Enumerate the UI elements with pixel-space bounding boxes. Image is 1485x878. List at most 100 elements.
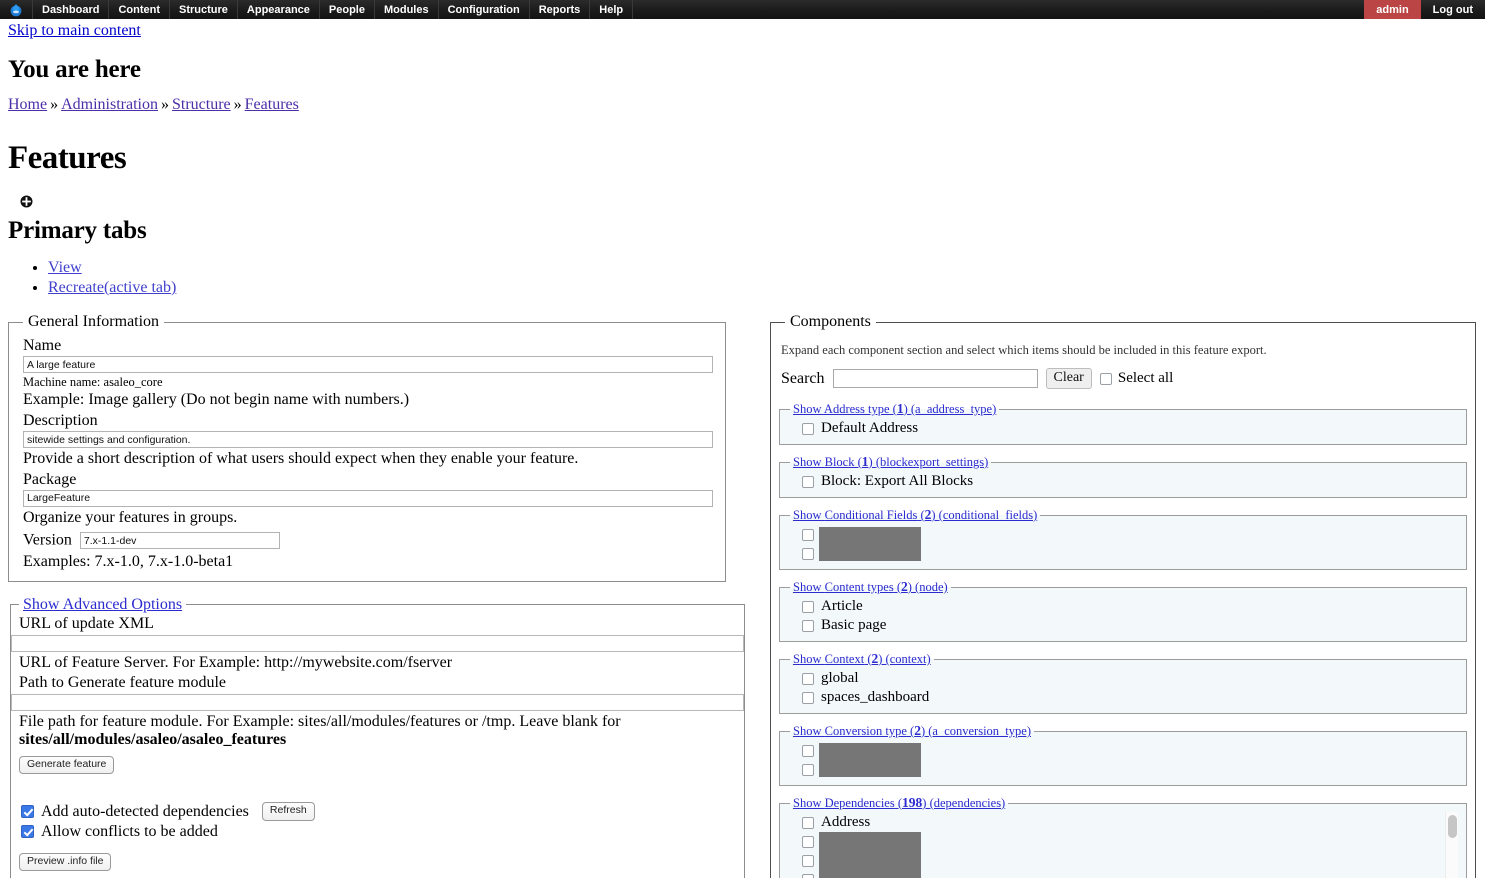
- name-input[interactable]: [23, 356, 713, 374]
- component-checkbox[interactable]: [802, 528, 814, 541]
- list-item: Basic page: [802, 617, 1460, 634]
- component-checkbox[interactable]: [802, 816, 814, 829]
- name-help-text: Example: Image gallery (Do not begin nam…: [23, 391, 410, 409]
- toolbar-item-modules[interactable]: Modules: [375, 0, 439, 19]
- list-item: global: [802, 670, 1460, 687]
- select-all-checkbox[interactable]: [1099, 372, 1112, 385]
- clear-button[interactable]: Clear: [1045, 368, 1092, 389]
- show-conversion-type-link[interactable]: Show Conversion type (2) (a_conversion_t…: [793, 723, 1031, 738]
- toolbar-item-reports[interactable]: Reports: [530, 0, 591, 19]
- advanced-options-inner: URL of update XML URL of Feature Server.…: [11, 615, 744, 878]
- primary-tabs-list: View Recreate(active tab): [8, 259, 1477, 297]
- component-legend: Show Content types (2) (node): [790, 579, 951, 595]
- path-help-text: File path for feature module. For Exampl…: [19, 713, 744, 750]
- toolbar-item-dashboard[interactable]: Dashboard: [33, 0, 110, 19]
- show-advanced-options-link[interactable]: Show Advanced Options: [23, 596, 182, 613]
- component-legend: Show Conditional Fields (2) (conditional…: [790, 507, 1040, 523]
- search-input[interactable]: [832, 369, 1038, 388]
- show-block-link[interactable]: Show Block (1) (blockexport_settings): [793, 454, 988, 469]
- show-address-type-link[interactable]: Show Address type (1) (a_address_type): [793, 401, 996, 416]
- package-help-text: Organize your features in groups.: [23, 508, 238, 526]
- drupal-droplet-logo[interactable]: [0, 0, 33, 19]
- breadcrumb-item-administration[interactable]: Administration: [61, 96, 158, 113]
- tab-view[interactable]: View: [48, 259, 82, 276]
- url-xml-input[interactable]: [11, 635, 744, 653]
- select-all-label: Select all: [1117, 370, 1174, 386]
- component-section-content-types: Show Content types (2) (node) Article Ba…: [779, 579, 1467, 642]
- description-help-text: Provide a short description of what user…: [23, 450, 579, 468]
- toolbar-item-configuration[interactable]: Configuration: [439, 0, 530, 19]
- breadcrumb-item-features[interactable]: Features: [245, 96, 299, 113]
- dependencies-scroll-area[interactable]: Address: [786, 812, 1460, 878]
- breadcrumb: Home» Administration» Structure» Features: [8, 96, 1477, 114]
- generate-feature-button[interactable]: Generate feature: [19, 755, 115, 775]
- toolbar-item-help[interactable]: Help: [590, 0, 634, 19]
- advanced-options-fieldset: Show Advanced Options URL of update XML …: [10, 595, 745, 878]
- component-checkbox[interactable]: [802, 619, 814, 632]
- component-legend: Show Conversion type (2) (a_conversion_t…: [790, 723, 1034, 739]
- component-checkbox[interactable]: [802, 835, 814, 848]
- component-checkbox[interactable]: [802, 854, 814, 867]
- component-checkbox[interactable]: [802, 547, 814, 560]
- toolbar-item-people[interactable]: People: [320, 0, 375, 19]
- scrollbar-thumb[interactable]: [1448, 815, 1457, 838]
- components-search-row: Search Clear Select all: [781, 368, 1467, 389]
- allow-conflicts-checkbox[interactable]: [21, 825, 34, 839]
- breadcrumb-item-structure[interactable]: Structure: [172, 96, 231, 113]
- component-label: spaces_dashboard: [821, 689, 930, 705]
- refresh-button[interactable]: Refresh: [261, 802, 315, 821]
- component-legend: Show Context (2) (context): [790, 651, 934, 667]
- left-column: General Information Name Machine name: a…: [8, 313, 745, 878]
- skip-to-main-content-link[interactable]: Skip to main content: [8, 22, 141, 40]
- page-title: Features: [8, 140, 127, 176]
- component-label: Article: [821, 598, 863, 614]
- component-section-conversion-type: Show Conversion type (2) (a_conversion_t…: [779, 723, 1467, 786]
- list-item: Address: [802, 814, 1460, 831]
- list-item: Default Address: [802, 420, 1460, 437]
- show-conditional-fields-link[interactable]: Show Conditional Fields (2) (conditional…: [793, 507, 1037, 522]
- dependencies-scrollbar[interactable]: [1445, 812, 1458, 878]
- plus-circle-icon[interactable]: [20, 195, 33, 208]
- show-context-link[interactable]: Show Context (2) (context): [793, 651, 931, 666]
- toolbar-item-content[interactable]: Content: [109, 0, 171, 19]
- path-input[interactable]: [11, 693, 744, 711]
- component-checkbox[interactable]: [802, 763, 814, 776]
- toolbar-item-structure[interactable]: Structure: [170, 0, 238, 19]
- component-label: Default Address: [821, 420, 919, 436]
- toolbar-user-area: admin Log out: [1364, 0, 1485, 19]
- toolbar-item-appearance[interactable]: Appearance: [238, 0, 320, 19]
- component-checkbox[interactable]: [802, 744, 814, 757]
- package-input[interactable]: [23, 489, 713, 507]
- component-checkbox[interactable]: [802, 672, 814, 685]
- logout-link[interactable]: Log out: [1421, 0, 1485, 19]
- breadcrumb-separator: »: [233, 96, 242, 113]
- tab-recreate[interactable]: Recreate(active tab): [48, 279, 176, 296]
- component-checkbox[interactable]: [802, 873, 814, 878]
- auto-dependencies-row: Add auto-detected dependencies Refresh: [21, 802, 744, 821]
- breadcrumb-separator: »: [161, 96, 169, 113]
- auto-dependencies-label: Add auto-detected dependencies: [41, 802, 249, 820]
- components-legend: Components: [790, 313, 871, 330]
- page-body: Skip to main content You are here Home» A…: [0, 19, 1485, 878]
- show-content-types-link[interactable]: Show Content types (2) (node): [793, 579, 948, 594]
- component-checkbox[interactable]: [802, 691, 814, 704]
- component-checkbox[interactable]: [802, 475, 814, 488]
- component-legend: Show Block (1) (blockexport_settings): [790, 454, 991, 470]
- components-fieldset: Components Expand each component section…: [770, 313, 1476, 878]
- version-label: Version: [23, 532, 72, 550]
- breadcrumb-item-home[interactable]: Home: [8, 96, 47, 113]
- preview-info-wrap: Preview .info file: [19, 851, 744, 872]
- description-input[interactable]: [23, 431, 713, 449]
- search-label: Search: [781, 369, 825, 387]
- user-account-link[interactable]: admin: [1364, 0, 1421, 19]
- path-label: Path to Generate feature module: [19, 673, 227, 691]
- auto-dependencies-checkbox[interactable]: [21, 805, 34, 818]
- preview-info-file-button[interactable]: Preview .info file: [19, 852, 112, 872]
- version-input[interactable]: [79, 532, 280, 550]
- component-checkbox[interactable]: [802, 600, 814, 613]
- show-dependencies-link[interactable]: Show Dependencies (198) (dependencies): [793, 795, 1005, 810]
- component-checkbox[interactable]: [802, 422, 814, 435]
- primary-tabs-heading: Primary tabs: [8, 217, 147, 244]
- component-section-conditional-fields: Show Conditional Fields (2) (conditional…: [779, 507, 1467, 570]
